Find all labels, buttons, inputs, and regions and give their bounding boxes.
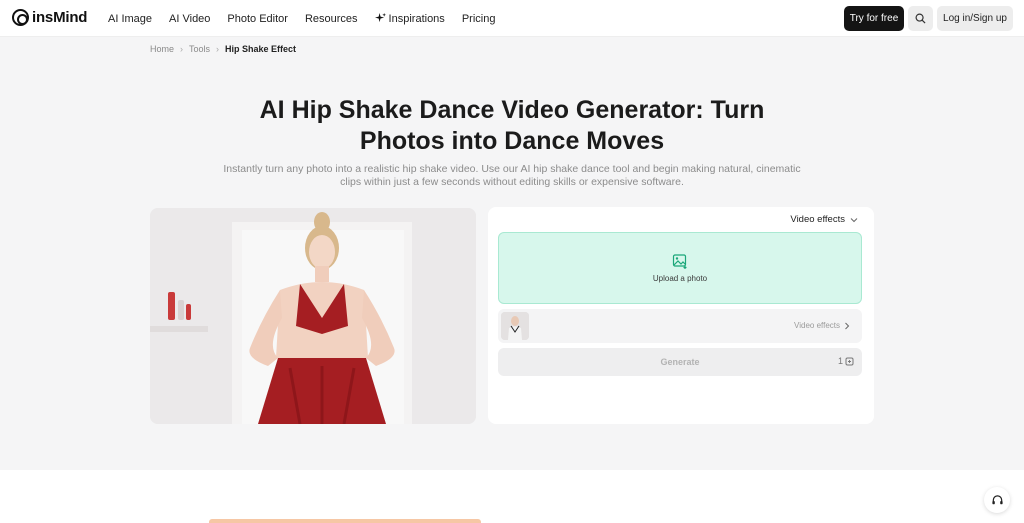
preview-image [150,208,476,424]
menu-item-inspirations[interactable]: Inspirations [374,12,445,25]
dropdown-label: Video effects [790,214,845,225]
brand-name: insMind [32,9,88,26]
breadcrumb-separator: › [216,44,220,54]
upload-photo-area[interactable]: Upload a photo [498,232,862,304]
effect-row-label: Video effects [794,321,850,330]
menu-item-ai-video[interactable]: AI Video [169,13,210,25]
support-button[interactable] [984,487,1010,513]
breadcrumb-current: Hip Shake Effect [225,44,297,54]
menu-item-pricing[interactable]: Pricing [462,13,496,25]
subtitle-line-1: Instantly turn any photo into a realisti… [223,163,801,175]
menu-label: AI Video [169,12,211,25]
chevron-down-icon [850,217,858,222]
effect-thumbnail [501,312,529,340]
menu-label: AI Image [108,12,153,25]
menu-label: Inspirations [388,12,445,25]
headset-icon [991,494,1003,504]
video-effects-dropdown[interactable]: Video effects [790,214,858,225]
menu-item-photo-editor[interactable]: Photo Editor [227,13,288,25]
menu-item-resources[interactable]: Resources [305,13,358,25]
top-nav: insMind AI Image AI Video Photo Editor R… [0,0,1024,37]
menu-label: Photo Editor [227,12,288,25]
next-section-card-edge [209,519,481,523]
menu-label: Pricing [461,12,496,25]
login-signup-button[interactable]: Log in/Sign up [937,6,1013,31]
lower-section [0,470,1024,523]
credit-count: 1 [837,356,843,366]
generate-button[interactable]: Generate 1 [498,348,862,376]
generate-label: Generate [660,357,700,367]
try-for-free-button[interactable]: Try for free [844,6,904,31]
generator-panel: Video effects Upload a photo Video effec… [488,207,874,424]
video-effect-selector[interactable]: Video effects [498,309,862,343]
subtitle-line-2: clips within just a few seconds without … [340,176,684,188]
menu-label: Resources [304,12,358,25]
effect-label-text: Video effects [794,321,840,330]
breadcrumb: Home › Tools › Hip Shake Effect [150,44,296,54]
page-subtitle: Instantly turn any photo into a realisti… [220,163,804,189]
logo-icon [12,9,29,26]
main-menu: AI Image AI Video Photo Editor Resources… [108,0,512,37]
logo[interactable]: insMind [12,9,87,26]
title-line-2: Photos into Dance Moves [359,127,665,155]
chevron-right-icon [845,322,850,329]
image-upload-icon [672,254,687,269]
breadcrumb-separator: › [180,44,184,54]
menu-item-ai-image[interactable]: AI Image [108,13,152,25]
breadcrumb-tools[interactable]: Tools [189,44,210,54]
sparkle-icon [374,13,386,23]
credit-icon [845,357,854,365]
breadcrumb-home[interactable]: Home [150,44,174,54]
title-line-1: AI Hip Shake Dance Video Generator: Turn [259,96,765,124]
search-button[interactable] [908,6,933,31]
upload-label: Upload a photo [652,274,708,283]
dancer-illustration [150,208,476,424]
credit-cost: 1 [838,356,854,366]
page-title: AI Hip Shake Dance Video Generator: Turn… [200,95,824,157]
search-icon [915,13,926,24]
